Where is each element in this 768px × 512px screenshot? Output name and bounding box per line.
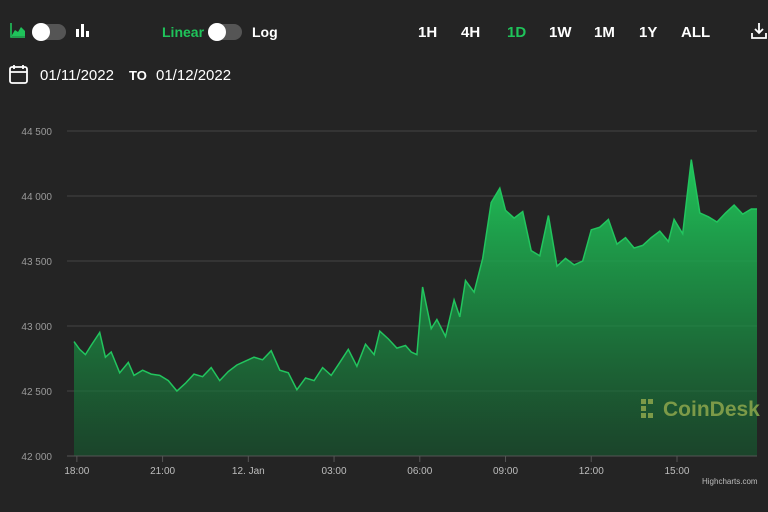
y-tick-label: 44 500	[21, 127, 52, 138]
y-tick-label: 43 000	[21, 322, 52, 333]
x-tick-label: 21:00	[150, 466, 175, 477]
date-from[interactable]: 01/11/2022	[40, 67, 114, 84]
x-tick-label: 12:00	[579, 466, 604, 477]
area-chart-icon[interactable]	[10, 22, 26, 38]
y-tick-label: 42 000	[21, 452, 52, 463]
x-tick-label: 06:00	[407, 466, 432, 477]
chart-toolbar: Linear Log 1H 4H 1D 1W 1M 1Y ALL	[0, 0, 768, 62]
chart-type-toggle[interactable]	[32, 23, 66, 41]
range-1w-button[interactable]: 1W	[549, 24, 572, 41]
x-axis-ticks: 18:00 21:00 12. Jan 03:00 06:00 09:00 12:00 15:…	[64, 456, 690, 477]
range-1h-button[interactable]: 1H	[418, 24, 437, 41]
y-tick-label: 44 000	[21, 192, 52, 203]
range-1m-button[interactable]: 1M	[594, 24, 615, 41]
coindesk-watermark: CoinDesk	[663, 398, 760, 421]
date-to[interactable]: 01/12/2022	[156, 67, 231, 84]
calendar-icon[interactable]	[9, 64, 28, 84]
range-all-button[interactable]: ALL	[681, 24, 710, 41]
x-tick-label: 09:00	[493, 466, 518, 477]
download-icon[interactable]	[751, 22, 767, 40]
date-range-row	[0, 60, 768, 90]
x-tick-label: 18:00	[64, 466, 89, 477]
bar-chart-icon[interactable]	[75, 22, 91, 38]
scale-log-label[interactable]: Log	[252, 24, 278, 40]
scale-toggle[interactable]	[208, 23, 242, 41]
chart-type-toggle-knob	[32, 23, 50, 41]
x-tick-label: 03:00	[322, 466, 347, 477]
range-4h-button[interactable]: 4H	[461, 24, 480, 41]
y-axis-ticks: 42 000 42 500 43 000 43 500 44 000 44 500	[21, 127, 52, 463]
range-1d-button[interactable]: 1D	[507, 24, 526, 41]
coindesk-logo-icon	[641, 399, 653, 418]
scale-toggle-knob	[208, 23, 226, 41]
scale-linear-label[interactable]: Linear	[162, 24, 204, 40]
highcharts-credit[interactable]: Highcharts.com	[702, 477, 758, 486]
y-tick-label: 42 500	[21, 387, 52, 398]
y-tick-label: 43 500	[21, 257, 52, 268]
x-tick-label: 15:00	[664, 466, 689, 477]
range-1y-button[interactable]: 1Y	[639, 24, 657, 41]
x-tick-label: 12. Jan	[232, 466, 265, 477]
price-chart: 42 000 42 500 43 000 43 500 44 000 44 500 18:…	[21, 127, 757, 477]
date-to-label: TO	[129, 68, 147, 83]
